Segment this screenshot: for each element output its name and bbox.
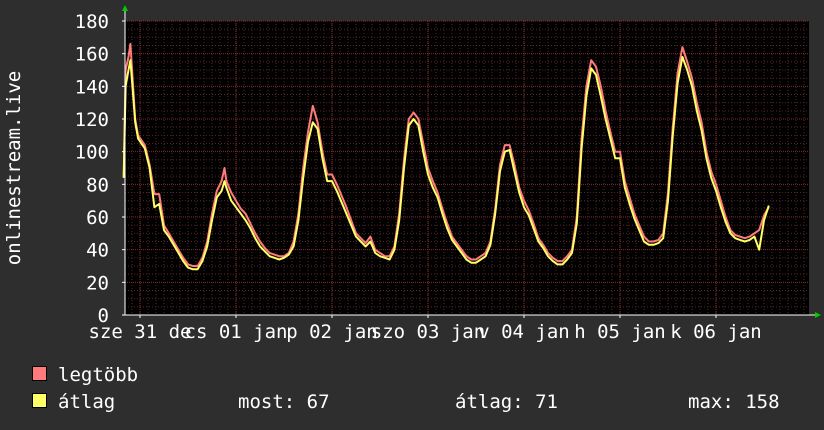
x-tick-label: szo 03 jan [371, 321, 485, 343]
stat-average: átlag: 71 [455, 391, 558, 413]
x-tick-label: p 02 jan [286, 321, 378, 343]
y-tick-label: 100 [75, 142, 109, 164]
y-tick-label: 180 [75, 11, 109, 33]
legend-label-max: legtöbb [58, 364, 139, 386]
legend-swatch-max [32, 366, 47, 381]
y-tick-label: 20 [86, 272, 109, 294]
y-tick-label: 80 [86, 174, 109, 196]
x-tick-label: sze 31 de [89, 321, 192, 343]
legend-item-max: legtöbb [32, 364, 138, 386]
x-tick-labels: sze 31 decs 01 janp 02 janszo 03 janv 04… [89, 315, 762, 343]
x-tick-label: k 06 jan [670, 321, 762, 343]
y-tick-label: 60 [86, 207, 109, 229]
legend-item-avg: átlag [32, 391, 115, 413]
x-tick-label: cs 01 jan [185, 321, 288, 343]
y-axis-arrow [122, 5, 128, 11]
legend-swatch-avg [32, 393, 47, 408]
y-tick-label: 160 [75, 44, 109, 66]
y-tick-label: 40 [86, 240, 109, 262]
x-tick-label: v 04 jan [478, 321, 570, 343]
x-axis-arrow [815, 312, 821, 318]
legend-label-avg: átlag [58, 391, 116, 413]
y-tick-labels: 020406080100120140160180 [75, 11, 125, 327]
x-tick-label: h 05 jan [574, 321, 666, 343]
y-tick-label: 120 [75, 109, 109, 131]
stat-current: most: 67 [238, 391, 330, 413]
y-tick-label: 140 [75, 76, 109, 98]
y-axis-label: onlinestream.live [3, 71, 25, 265]
stat-max: max: 158 [688, 391, 780, 413]
